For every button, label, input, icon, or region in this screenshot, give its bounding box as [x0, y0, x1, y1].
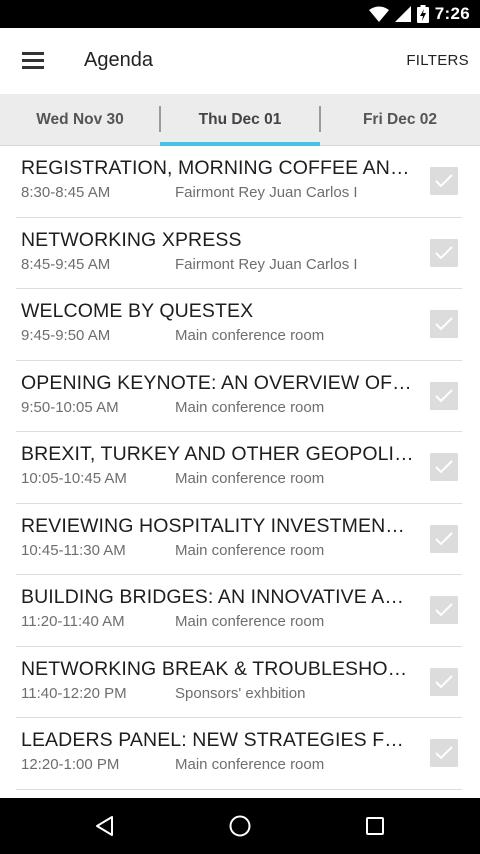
cell-signal-icon [394, 6, 411, 22]
checkmark-icon [435, 174, 453, 188]
status-bar: 7:26 [0, 0, 480, 28]
session-time: 11:40-12:20 PM [21, 684, 127, 702]
add-to-schedule-checkbox[interactable] [430, 310, 458, 338]
add-to-schedule-checkbox[interactable] [430, 167, 458, 195]
tab-wed-nov-30[interactable]: Wed Nov 30 [0, 94, 160, 146]
checkmark-icon [435, 245, 453, 259]
session-location: Fairmont Rey Juan Carlos I [175, 255, 358, 273]
session-time: 10:45-11:30 AM [21, 541, 126, 559]
list-item[interactable]: REVIEWING HOSPITALITY INVESTMENT TRENDS … [16, 504, 462, 575]
checkmark-icon [435, 460, 453, 474]
recent-apps-icon[interactable] [345, 798, 405, 854]
agenda-list[interactable]: REGISTRATION, MORNING COFFEE AND NETWORK… [0, 146, 480, 798]
session-time: 10:05-10:45 AM [21, 470, 127, 487]
session-title: NETWORKING XPRESS [21, 228, 242, 251]
session-title: REVIEWING HOSPITALITY INVESTMENT TRENDS [21, 514, 416, 537]
list-item[interactable]: BREXIT, TURKEY AND OTHER GEOPOLITICAL IS… [16, 432, 462, 504]
session-time: 9:45-9:50 AM [21, 327, 111, 344]
tab-thu-dec-01[interactable]: Thu Dec 01 [160, 94, 320, 146]
add-to-schedule-checkbox[interactable] [430, 453, 458, 481]
add-to-schedule-checkbox[interactable] [430, 381, 458, 410]
session-location: Main conference room [175, 327, 325, 344]
wifi-icon [368, 6, 389, 22]
session-location: Main conference room [175, 541, 325, 559]
list-item[interactable]: LEADERS PANEL: NEW STRATEGIES FOR GROWTH… [16, 718, 462, 790]
checkmark-icon [435, 317, 453, 331]
session-title: LEADERS PANEL: NEW STRATEGIES FOR GROWTH [21, 729, 416, 751]
session-title: OPENING KEYNOTE: AN OVERVIEW OF THE INDU… [21, 371, 416, 394]
list-item[interactable]: NETWORKING XPRESS 8:45-9:45 AM Fairmont … [16, 218, 462, 289]
session-time: 12:20-1:00 PM [21, 756, 120, 773]
checkmark-icon [435, 603, 453, 617]
checkmark-icon [435, 674, 453, 688]
session-location: Main conference room [175, 470, 325, 487]
back-icon[interactable] [75, 798, 135, 854]
checkmark-icon [435, 388, 453, 402]
session-time: 8:30-8:45 AM [21, 184, 111, 201]
session-location: Sponsors' exhbition [175, 684, 306, 702]
add-to-schedule-checkbox[interactable] [430, 596, 458, 624]
session-title: WELCOME BY QUESTEX [21, 300, 254, 322]
session-time: 8:45-9:45 AM [21, 255, 111, 273]
app-bar: Agenda FILTERS [0, 28, 480, 94]
checkmark-icon [435, 746, 453, 760]
battery-icon [416, 5, 429, 23]
add-to-schedule-checkbox[interactable] [430, 667, 458, 696]
session-title: BUILDING BRIDGES: AN INNOVATIVE APPROACH [21, 586, 416, 608]
session-location: Main conference room [175, 756, 325, 773]
list-item[interactable]: REGISTRATION, MORNING COFFEE AND NETWORK… [16, 146, 462, 218]
add-to-schedule-checkbox[interactable] [430, 524, 458, 553]
checkmark-icon [435, 531, 453, 545]
filters-button[interactable]: FILTERS [406, 52, 469, 69]
session-location: Fairmont Rey Juan Carlos I [175, 184, 358, 201]
session-location: Main conference room [175, 613, 325, 630]
session-time: 9:50-10:05 AM [21, 398, 119, 416]
hamburger-menu-icon[interactable] [22, 52, 44, 70]
add-to-schedule-checkbox[interactable] [430, 238, 458, 267]
list-item[interactable]: OPENING KEYNOTE: AN OVERVIEW OF THE INDU… [16, 361, 462, 432]
session-title: NETWORKING BREAK & TROUBLESHOOTING [21, 657, 416, 680]
tab-fri-dec-02[interactable]: Fri Dec 02 [320, 94, 480, 146]
add-to-schedule-checkbox[interactable] [430, 739, 458, 767]
session-location: Main conference room [175, 398, 325, 416]
list-item[interactable]: NETWORKING BREAK & TROUBLESHOOTING 11:40… [16, 647, 462, 718]
session-title: REGISTRATION, MORNING COFFEE AND NETWORK… [21, 157, 416, 179]
status-time: 7:26 [434, 4, 470, 23]
session-title: BREXIT, TURKEY AND OTHER GEOPOLITICAL IS… [21, 443, 416, 465]
session-time: 11:20-11:40 AM [21, 613, 125, 630]
page-title: Agenda [84, 49, 153, 71]
date-tabs: Wed Nov 30 Thu Dec 01 Fri Dec 02 [0, 94, 480, 146]
system-nav-bar [0, 798, 480, 854]
status-icons: 7:26 [368, 4, 470, 24]
list-item[interactable]: BUILDING BRIDGES: AN INNOVATIVE APPROACH… [16, 575, 462, 647]
home-icon[interactable] [210, 798, 270, 854]
list-item[interactable]: WELCOME BY QUESTEX 9:45-9:50 AM Main con… [16, 289, 462, 361]
